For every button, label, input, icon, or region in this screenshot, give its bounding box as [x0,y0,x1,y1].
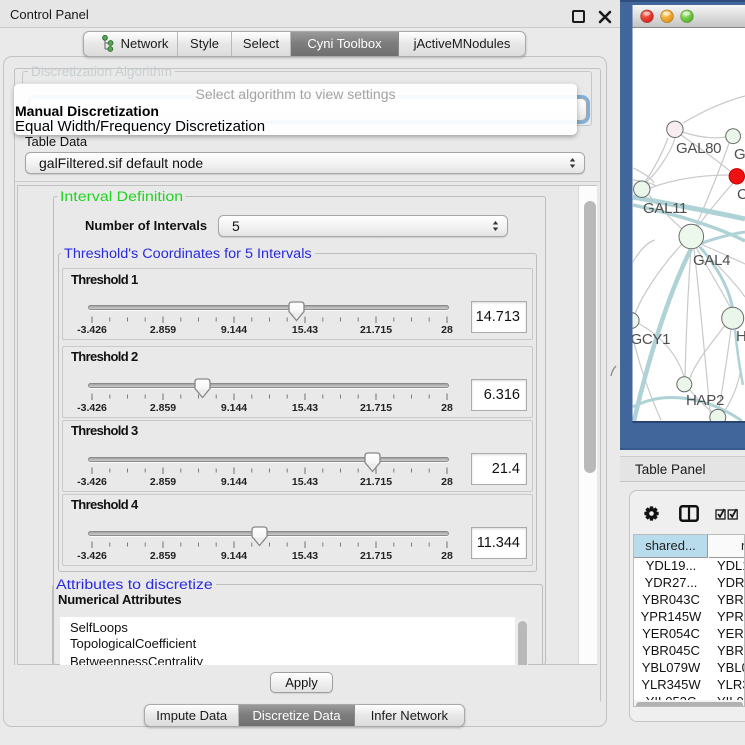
svg-text:HIS: HIS [736,328,745,345]
svg-text:GAL80: GAL80 [676,140,721,157]
svg-text:CYC: CYC [737,186,745,203]
svg-text:GAL11: GAL11 [643,200,687,217]
svg-text:GCY1: GCY1 [631,331,671,348]
svg-text:HAP2: HAP2 [686,392,724,409]
svg-text:GAL: GAL [734,146,745,163]
svg-text:GAL4: GAL4 [693,252,730,269]
